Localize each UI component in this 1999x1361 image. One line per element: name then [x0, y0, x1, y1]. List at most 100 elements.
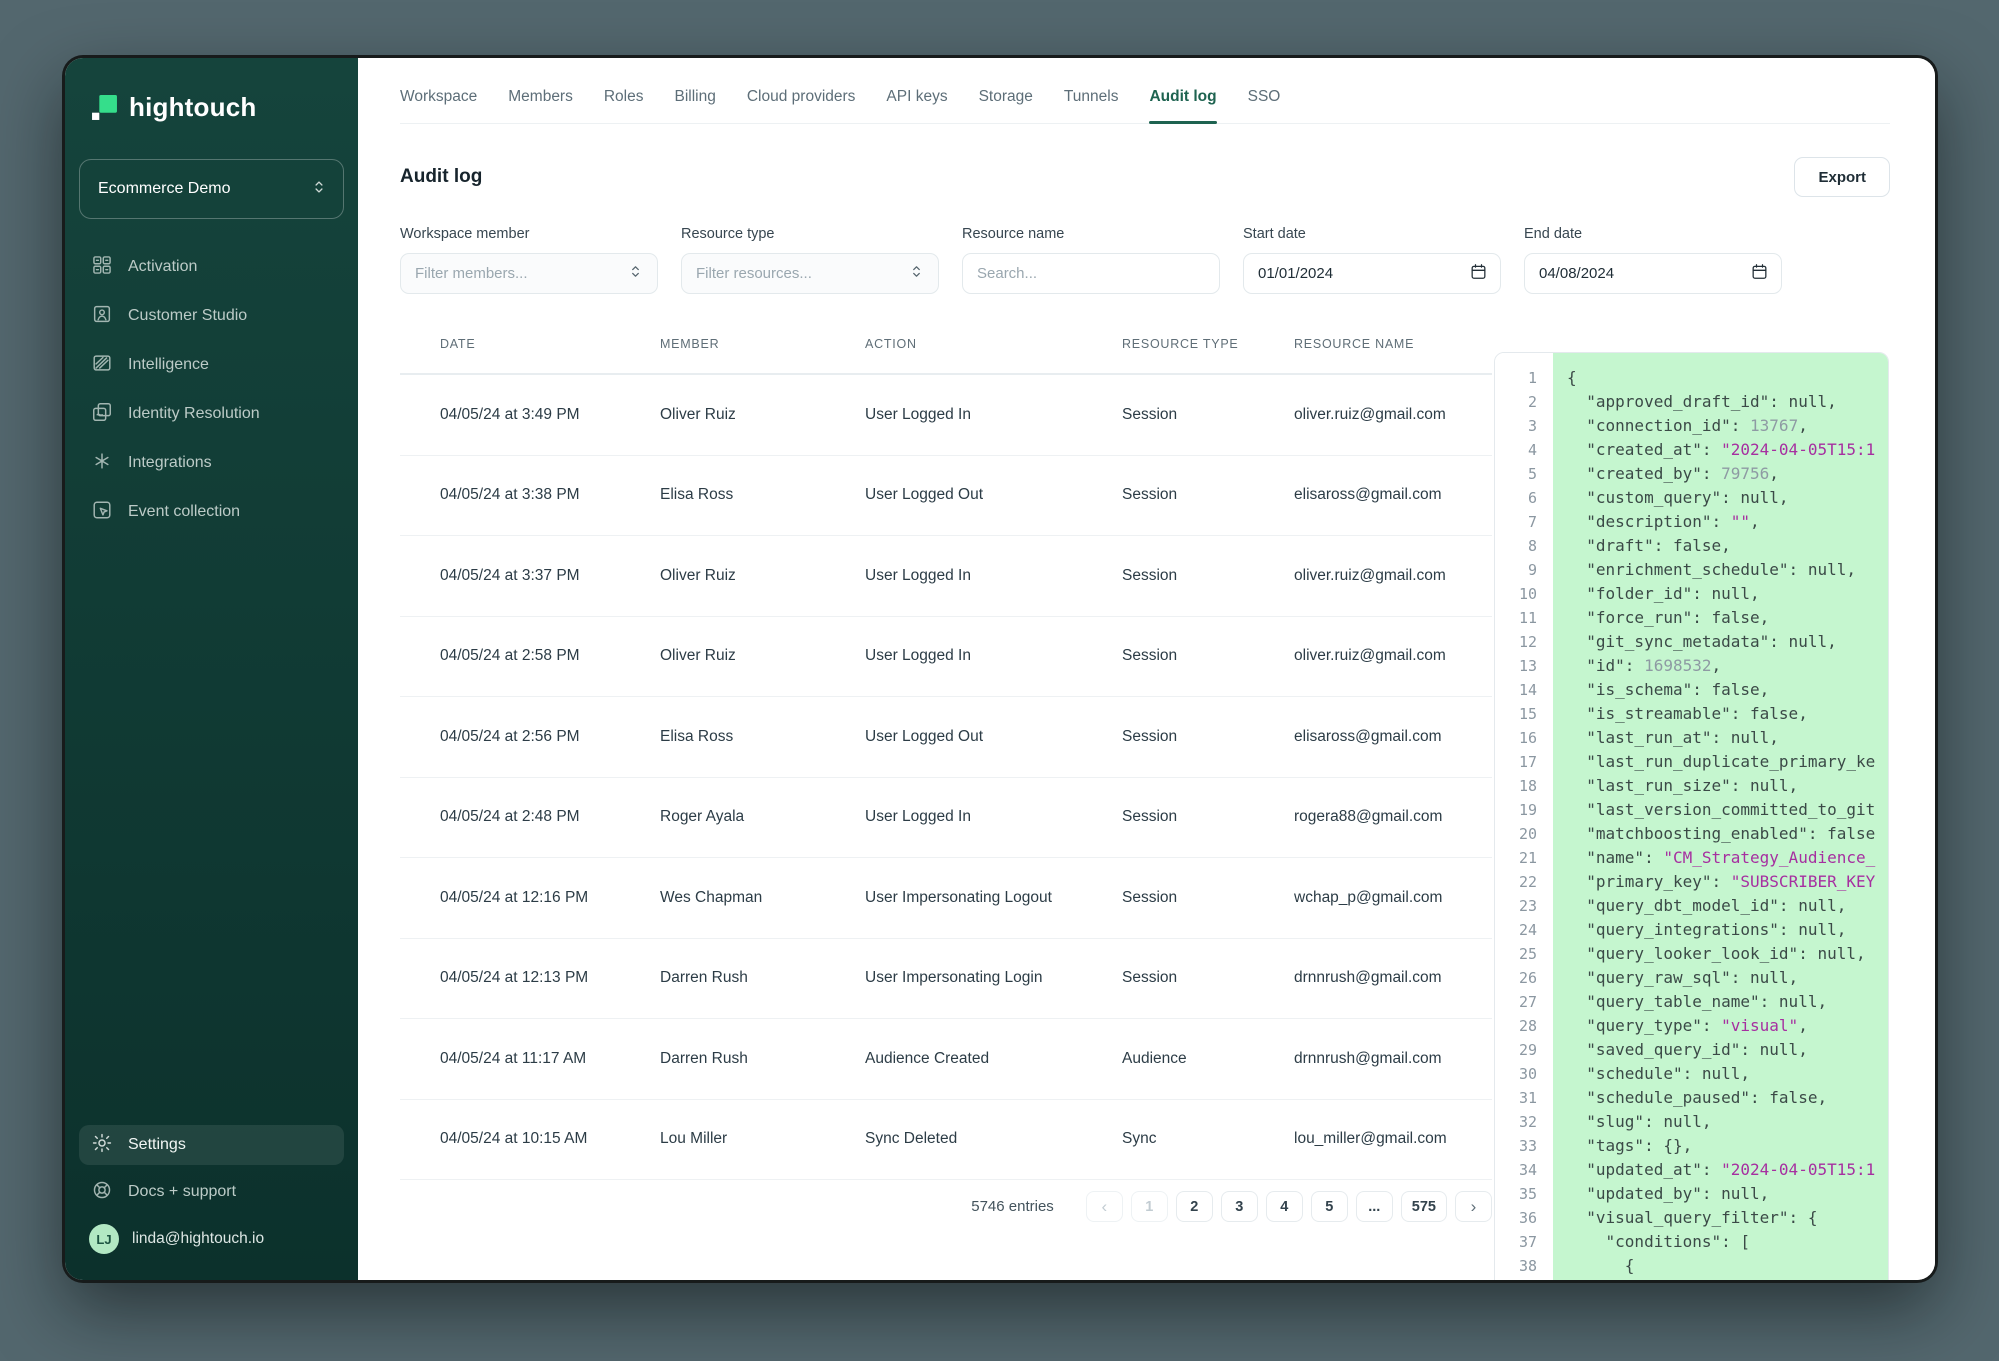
- page-button-4[interactable]: 4: [1266, 1191, 1303, 1222]
- sidebar-bottom: Settings Docs + support LJ linda@hightouc…: [65, 1125, 358, 1254]
- resource-name-search-input[interactable]: [962, 253, 1220, 294]
- start-date-input[interactable]: 01/01/2024: [1243, 253, 1501, 294]
- cell-member: Darren Rush: [660, 969, 865, 987]
- cell-resource-name: lou_miller@gmail.com: [1294, 1130, 1492, 1148]
- page-head: Audit log Export: [400, 157, 1890, 197]
- cell-resource-type: Session: [1122, 969, 1294, 987]
- table-row[interactable]: 04/05/24 at 2:56 PMElisa RossUser Logged…: [400, 697, 1492, 778]
- cell-member: Oliver Ruiz: [660, 647, 865, 665]
- table-row[interactable]: 04/05/24 at 3:38 PMElisa RossUser Logged…: [400, 456, 1492, 537]
- cell-action: User Logged In: [865, 647, 1122, 665]
- filter-label: End date: [1524, 226, 1782, 242]
- filter-label: Workspace member: [400, 226, 658, 242]
- code-line: "custom_query": null,: [1567, 486, 1888, 510]
- page-button-575[interactable]: 575: [1401, 1191, 1447, 1222]
- workspace-selector-value: Ecommerce Demo: [98, 180, 230, 198]
- code-line: "created_at": "2024-04-05T15:1: [1567, 438, 1888, 462]
- end-date-input[interactable]: 04/08/2024: [1524, 253, 1782, 294]
- sidebar-item-integrations[interactable]: Integrations: [79, 443, 344, 483]
- page-button-5[interactable]: 5: [1311, 1191, 1348, 1222]
- cell-action: User Impersonating Login: [865, 969, 1122, 987]
- cell-date: 04/05/24 at 3:38 PM: [440, 486, 660, 504]
- chevron-updown-icon: [907, 262, 926, 285]
- line-number: 36: [1495, 1206, 1537, 1230]
- table-row[interactable]: 04/05/24 at 2:58 PMOliver RuizUser Logge…: [400, 617, 1492, 698]
- export-button[interactable]: Export: [1794, 157, 1890, 197]
- sidebar-item-event-collection[interactable]: Event collection: [79, 492, 344, 532]
- tab-audit-log[interactable]: Audit log: [1149, 88, 1216, 123]
- line-number: 6: [1495, 486, 1537, 510]
- page-button-[interactable]: ...: [1356, 1191, 1393, 1222]
- table-row[interactable]: 04/05/24 at 3:37 PMOliver RuizUser Logge…: [400, 536, 1492, 617]
- tab-billing[interactable]: Billing: [675, 88, 716, 123]
- tab-workspace[interactable]: Workspace: [400, 88, 477, 123]
- sidebar-item-identity-resolution[interactable]: Identity Resolution: [79, 394, 344, 434]
- code-line: "id": 1698532,: [1567, 654, 1888, 678]
- cell-action: User Logged Out: [865, 486, 1122, 504]
- sidebar-item-intelligence[interactable]: Intelligence: [79, 345, 344, 385]
- column-header-resource-name: RESOURCE NAME: [1294, 337, 1492, 351]
- cell-date: 04/05/24 at 2:56 PM: [440, 728, 660, 746]
- sidebar-item-settings[interactable]: Settings: [79, 1125, 344, 1165]
- audit-detail-json-panel[interactable]: 1234567891011121314151617181920212223242…: [1494, 352, 1889, 1280]
- prev-page-button[interactable]: ‹: [1086, 1191, 1123, 1222]
- tab-sso[interactable]: SSO: [1248, 88, 1281, 123]
- cell-resource-type: Session: [1122, 567, 1294, 585]
- table-row[interactable]: 04/05/24 at 12:13 PMDarren RushUser Impe…: [400, 939, 1492, 1020]
- table-row[interactable]: 04/05/24 at 12:16 PMWes ChapmanUser Impe…: [400, 858, 1492, 939]
- cell-resource-name: oliver.ruiz@gmail.com: [1294, 647, 1492, 665]
- page-title: Audit log: [400, 166, 482, 188]
- table-row[interactable]: 04/05/24 at 11:17 AMDarren RushAudience …: [400, 1019, 1492, 1100]
- cell-member: Oliver Ruiz: [660, 406, 865, 424]
- tab-api-keys[interactable]: API keys: [886, 88, 947, 123]
- cell-date: 04/05/24 at 2:58 PM: [440, 647, 660, 665]
- column-header-member: MEMBER: [660, 337, 865, 351]
- tab-cloud-providers[interactable]: Cloud providers: [747, 88, 856, 123]
- code-line: "created_by": 79756,: [1567, 462, 1888, 486]
- table-row[interactable]: 04/05/24 at 2:48 PMRoger AyalaUser Logge…: [400, 778, 1492, 859]
- code-line: "last_run_duplicate_primary_ke: [1567, 750, 1888, 774]
- page-button-3[interactable]: 3: [1221, 1191, 1258, 1222]
- cell-resource-type: Sync: [1122, 1130, 1294, 1148]
- cell-member: Darren Rush: [660, 1050, 865, 1068]
- user-menu[interactable]: LJ linda@hightouch.io: [79, 1219, 344, 1254]
- resource-type-select[interactable]: Filter resources...: [681, 253, 939, 294]
- tab-tunnels[interactable]: Tunnels: [1064, 88, 1119, 123]
- code-line: "schedule_paused": false,: [1567, 1086, 1888, 1110]
- workspace-member-select[interactable]: Filter members...: [400, 253, 658, 294]
- sidebar-item-activation[interactable]: Activation: [79, 247, 344, 287]
- cell-resource-name: wchap_p@gmail.com: [1294, 889, 1492, 907]
- filter-label: Resource name: [962, 226, 1220, 242]
- page-button-2[interactable]: 2: [1176, 1191, 1213, 1222]
- customer-studio-icon: [91, 303, 113, 330]
- code-line: "query_raw_sql": null,: [1567, 966, 1888, 990]
- sidebar-item-customer-studio[interactable]: Customer Studio: [79, 296, 344, 336]
- cell-resource-type: Session: [1122, 406, 1294, 424]
- code-line: "conditions": [: [1567, 1278, 1888, 1280]
- line-number: 30: [1495, 1062, 1537, 1086]
- code-line: "draft": false,: [1567, 534, 1888, 558]
- table-row[interactable]: 04/05/24 at 3:49 PMOliver RuizUser Logge…: [400, 375, 1492, 456]
- intelligence-icon: [91, 352, 113, 379]
- page-button-1[interactable]: 1: [1131, 1191, 1168, 1222]
- table-row[interactable]: 04/05/24 at 10:15 AMLou MillerSync Delet…: [400, 1100, 1492, 1181]
- search-input[interactable]: [977, 265, 1207, 282]
- tab-roles[interactable]: Roles: [604, 88, 644, 123]
- workspace-selector[interactable]: Ecommerce Demo: [79, 159, 344, 219]
- cell-member: Oliver Ruiz: [660, 567, 865, 585]
- code-line: "query_dbt_model_id": null,: [1567, 894, 1888, 918]
- cell-resource-type: Session: [1122, 728, 1294, 746]
- tab-storage[interactable]: Storage: [979, 88, 1033, 123]
- cell-member: Roger Ayala: [660, 808, 865, 826]
- cell-action: User Logged In: [865, 406, 1122, 424]
- next-page-button[interactable]: ›: [1455, 1191, 1492, 1222]
- calendar-icon: [1469, 262, 1488, 285]
- tab-members[interactable]: Members: [508, 88, 573, 123]
- line-number: 21: [1495, 846, 1537, 870]
- integrations-icon: [91, 450, 113, 477]
- cell-date: 04/05/24 at 3:49 PM: [440, 406, 660, 424]
- sidebar-item-docs-support[interactable]: Docs + support: [79, 1172, 344, 1212]
- hightouch-logo[interactable]: hightouch: [65, 92, 358, 123]
- code-line: "slug": null,: [1567, 1110, 1888, 1134]
- code-line: "conditions": [: [1567, 1230, 1888, 1254]
